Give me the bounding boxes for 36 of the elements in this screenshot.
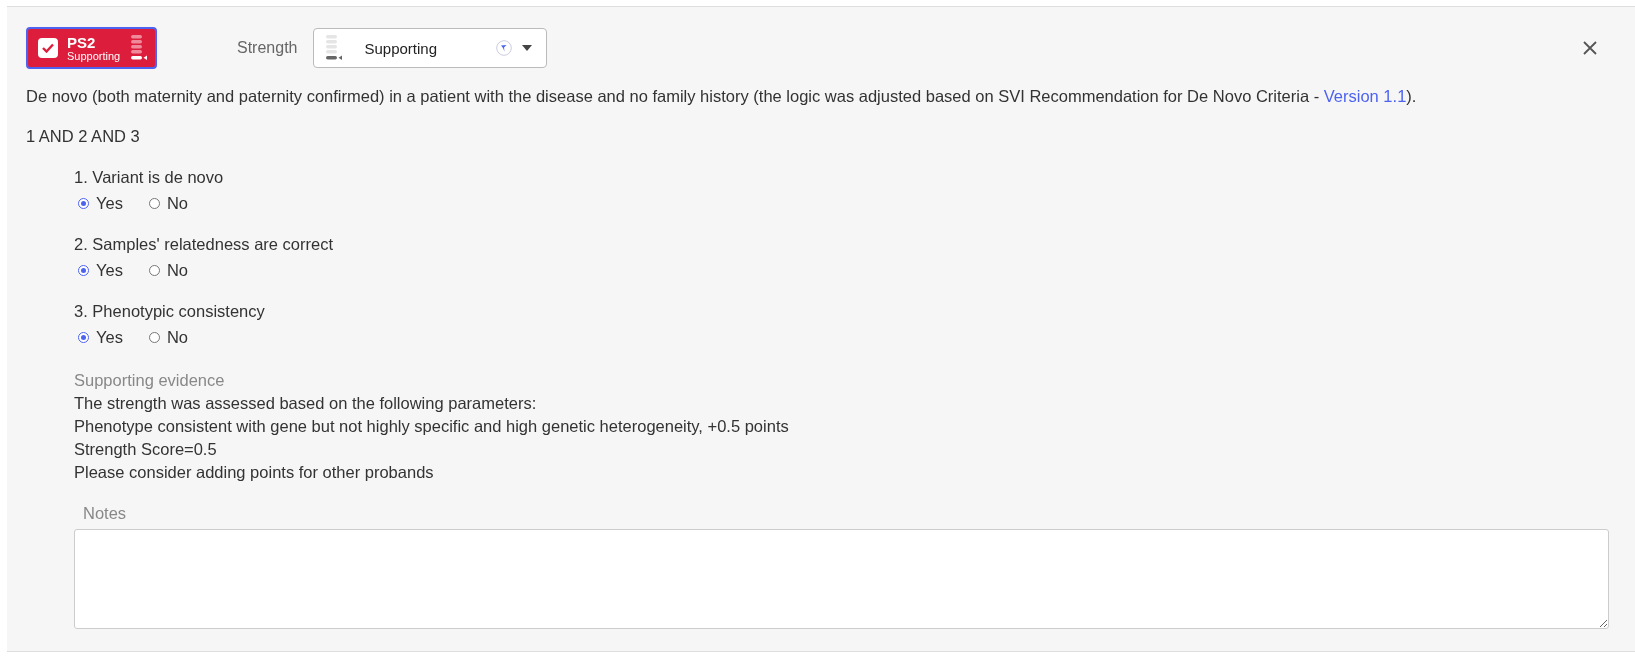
version-link[interactable]: Version 1.1 — [1323, 87, 1407, 105]
criterion-description: De novo (both maternity and paternity confirmed) in a patient with the disease and no family history (the logic was adjusted based on SVI Recommendation for De Novo Criteria - Version 1.1). — [26, 86, 1418, 107]
radio-icon[interactable] — [148, 332, 160, 343]
strength-select[interactable]: Supporting — [313, 28, 548, 68]
checkbox[interactable] — [38, 38, 58, 58]
radio-option[interactable]: No — [148, 328, 188, 347]
criterion-strength: Supporting — [67, 50, 122, 62]
evidence-line: The strength was assessed based on the following parameters: — [74, 394, 538, 413]
strength-label: Strength — [237, 39, 298, 57]
strength-meter-icon — [131, 35, 147, 61]
checkmark-icon — [42, 43, 54, 53]
close-button[interactable] — [1581, 39, 1599, 57]
caret-icon — [522, 45, 533, 51]
radio-icon[interactable] — [148, 265, 160, 276]
criterion-code: PS2 — [67, 34, 97, 50]
radio-icon[interactable] — [78, 265, 89, 276]
question-label: 1. Variant is de novo — [74, 168, 225, 187]
radio-icon[interactable] — [78, 198, 89, 209]
evidence-line: Strength Score=0.5 — [74, 440, 218, 459]
question-label: 3. Phenotypic consistency — [74, 302, 266, 321]
radio-icon[interactable] — [148, 198, 160, 209]
criterion-badge[interactable]: PS2 Supporting — [26, 27, 157, 69]
radio-option[interactable]: Yes — [78, 328, 123, 347]
evidence-line: Phenotype consistent with gene but not highly specific and high genetic heterogeneity, +0.5 points — [74, 417, 790, 436]
radio-icon[interactable] — [78, 332, 89, 343]
radio-option[interactable]: Yes — [78, 194, 123, 213]
evidence-title: Supporting evidence — [74, 371, 226, 390]
radio-option[interactable]: No — [148, 194, 188, 213]
logic-rule: 1 AND 2 AND 3 — [26, 127, 141, 146]
strength-meter-icon — [326, 35, 343, 61]
notes-label: Notes — [83, 504, 128, 523]
notes-field[interactable] — [74, 529, 1609, 629]
evidence-line: Please consider adding points for other probands — [74, 463, 435, 482]
question-label: 2. Samples' relatedness are correct — [74, 235, 335, 254]
radio-option[interactable]: No — [148, 261, 188, 280]
radio-option[interactable]: Yes — [78, 261, 123, 280]
